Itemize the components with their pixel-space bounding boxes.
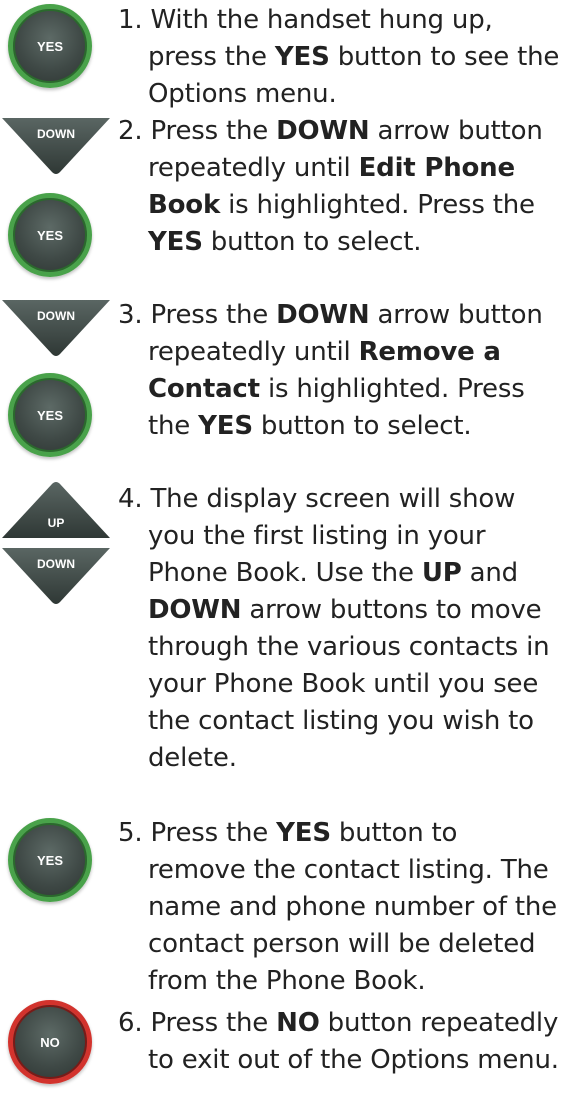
yes-button-icon: YES bbox=[8, 193, 92, 277]
step-1: 1. With the handset hung up, press the Y… bbox=[118, 2, 560, 113]
step-bold: NO bbox=[276, 1008, 320, 1038]
step-4: 4. The display screen will show you the … bbox=[118, 481, 560, 777]
step-text: and bbox=[461, 558, 519, 588]
step-2: 2. Press the DOWN arrow button repeatedl… bbox=[118, 113, 560, 261]
yes-button-icon: YES bbox=[8, 4, 92, 88]
step-number: 5. bbox=[118, 818, 143, 848]
step-number: 1. bbox=[118, 5, 143, 35]
no-button-icon: NO bbox=[8, 1000, 92, 1084]
step-text: button to select. bbox=[202, 227, 422, 257]
yes-icon-label: YES bbox=[36, 407, 63, 423]
yes-icon-label: YES bbox=[36, 227, 63, 243]
yes-button-icon: YES bbox=[8, 818, 92, 902]
step-text: Press the bbox=[150, 1008, 277, 1038]
down-arrow-label: DOWN bbox=[37, 557, 75, 571]
up-arrow-icon: UP bbox=[0, 482, 112, 540]
yes-icon-label: YES bbox=[36, 852, 63, 868]
step-5: 5. Press the YES button to remove the co… bbox=[118, 815, 560, 1000]
step-text: Press the bbox=[150, 818, 277, 848]
down-arrow-icon: DOWN bbox=[0, 546, 112, 604]
down-arrow-icon: DOWN bbox=[0, 298, 112, 356]
step-text: is highlighted. Press the bbox=[220, 190, 535, 220]
step-number: 2. bbox=[118, 116, 143, 146]
down-arrow-label: DOWN bbox=[37, 127, 75, 141]
up-arrow-label: UP bbox=[48, 516, 65, 530]
yes-icon-label: YES bbox=[36, 38, 63, 54]
step-number: 4. bbox=[118, 484, 143, 514]
step-bold: YES bbox=[148, 227, 203, 257]
step-bold: DOWN bbox=[276, 300, 370, 330]
no-icon-label: NO bbox=[40, 1034, 60, 1050]
down-arrow-label: DOWN bbox=[37, 309, 75, 323]
step-bold: UP bbox=[421, 558, 462, 588]
step-6: 6. Press the NO button repeatedly to exi… bbox=[118, 1005, 560, 1079]
step-bold: DOWN bbox=[276, 116, 370, 146]
yes-button-icon: YES bbox=[8, 373, 92, 457]
step-number: 3. bbox=[118, 300, 143, 330]
step-text: Press the bbox=[150, 116, 277, 146]
step-text: button to select. bbox=[252, 411, 472, 441]
down-arrow-icon: DOWN bbox=[0, 116, 112, 174]
step-bold: YES bbox=[276, 818, 331, 848]
step-3: 3. Press the DOWN arrow button repeatedl… bbox=[118, 297, 560, 445]
step-bold: YES bbox=[274, 42, 330, 72]
step-number: 6. bbox=[118, 1008, 143, 1038]
step-bold: DOWN bbox=[148, 595, 242, 625]
step-text: Press the bbox=[150, 300, 277, 330]
step-bold: YES bbox=[198, 411, 253, 441]
